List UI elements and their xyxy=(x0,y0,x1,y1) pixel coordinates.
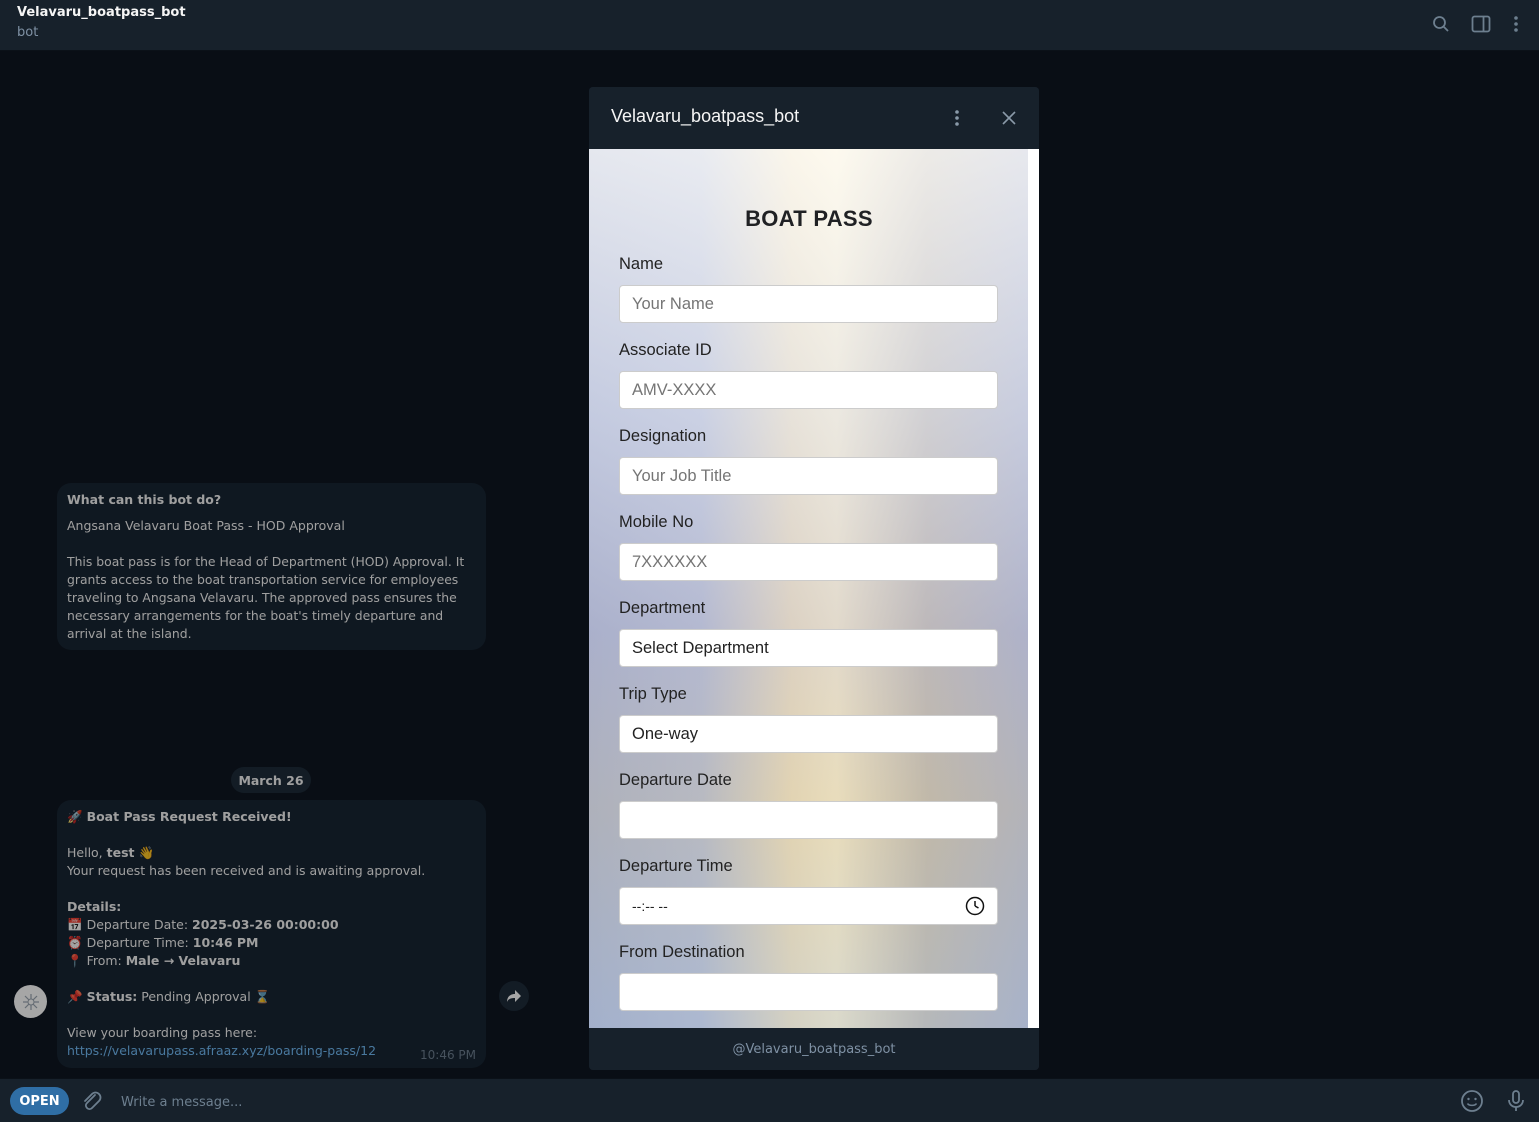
close-icon[interactable] xyxy=(997,106,1021,130)
from-destination-label: From Destination xyxy=(619,943,745,961)
more-vertical-icon[interactable] xyxy=(945,106,969,130)
departure-date-label: Departure Date xyxy=(619,771,732,789)
sidebar-toggle-icon[interactable] xyxy=(1469,12,1493,36)
designation-label: Designation xyxy=(619,427,707,445)
designation-input[interactable]: Your Job Title xyxy=(619,457,998,495)
departure-time-input[interactable]: --:-- -- xyxy=(619,887,998,925)
search-icon[interactable] xyxy=(1429,12,1453,36)
trip-type-select[interactable]: One-way xyxy=(619,715,998,753)
departure-time-value: --:-- -- xyxy=(632,898,668,914)
mobile-input[interactable]: 7XXXXXX xyxy=(619,543,998,581)
microphone-icon[interactable] xyxy=(1504,1089,1528,1113)
associate-id-input[interactable]: AMV-XXXX xyxy=(619,371,998,409)
message-input[interactable] xyxy=(119,1091,1423,1113)
associate-id-label: Associate ID xyxy=(619,341,712,359)
attach-icon[interactable] xyxy=(79,1089,103,1113)
mobile-label: Mobile No xyxy=(619,513,694,531)
more-vertical-icon[interactable] xyxy=(1504,12,1528,36)
department-select[interactable]: Select Department xyxy=(619,629,998,667)
clock-icon[interactable] xyxy=(965,896,985,919)
chat-title[interactable]: Velavaru_boatpass_bot xyxy=(17,5,186,20)
chat-header: Velavaru_boatpass_bot bot xyxy=(0,0,1539,51)
emoji-icon[interactable] xyxy=(1460,1089,1484,1113)
open-app-button[interactable]: OPEN xyxy=(10,1087,69,1115)
name-input[interactable]: Your Name xyxy=(619,285,998,323)
mini-app-header: Velavaru_boatpass_bot xyxy=(589,87,1039,149)
department-label: Department xyxy=(619,599,706,617)
name-label: Name xyxy=(619,255,664,273)
form-heading: BOAT PASS xyxy=(745,206,873,231)
trip-type-label: Trip Type xyxy=(619,685,687,703)
scrollbar[interactable] xyxy=(1028,149,1039,1028)
departure-time-label: Departure Time xyxy=(619,857,733,875)
mini-app-footer: @Velavaru_boatpass_bot xyxy=(589,1028,1039,1070)
mini-app-title: Velavaru_boatpass_bot xyxy=(611,106,800,126)
mini-app-window: Velavaru_boatpass_bot BOAT PASS Name You… xyxy=(589,87,1039,1070)
chat-subtitle: bot xyxy=(17,25,39,40)
message-composer: OPEN xyxy=(0,1078,1539,1122)
boat-pass-form[interactable]: BOAT PASS Name Your Name Associate ID AM… xyxy=(589,149,1039,1028)
departure-date-input[interactable] xyxy=(619,801,998,839)
from-destination-input[interactable] xyxy=(619,973,998,1011)
